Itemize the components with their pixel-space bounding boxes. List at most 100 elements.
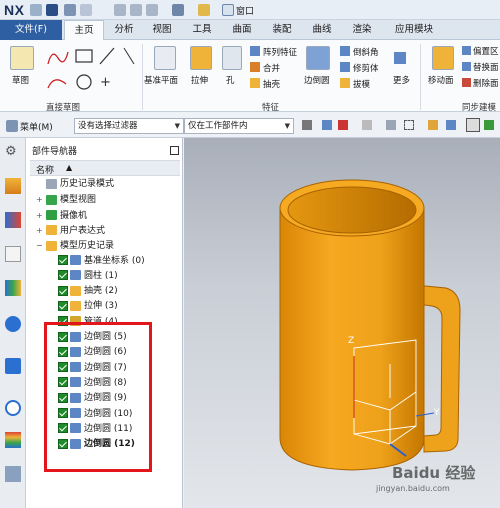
tree-item[interactable]: 抽壳 (2) — [58, 284, 118, 299]
visual-palette-icon[interactable] — [5, 432, 21, 448]
assembly-navigator-icon[interactable] — [5, 178, 21, 194]
history-icon[interactable] — [5, 358, 21, 374]
snap-midpoint-icon[interactable] — [484, 120, 494, 130]
web-browser-icon[interactable] — [5, 316, 21, 332]
box-select-icon[interactable] — [404, 120, 414, 130]
menu-button[interactable]: 菜单(M) — [20, 120, 53, 133]
view-orient-icon[interactable] — [446, 120, 456, 130]
snap-endpoint-icon[interactable] — [466, 118, 480, 132]
snap-icon[interactable] — [322, 120, 332, 130]
hole-icon[interactable] — [222, 46, 242, 70]
repeat-command-icon[interactable] — [172, 4, 184, 16]
sketch-icon[interactable] — [10, 46, 34, 70]
save-icon[interactable] — [46, 4, 58, 16]
file-menu-button[interactable]: 文件(F) — [0, 20, 62, 40]
delete-face-label[interactable]: 删除面 — [473, 77, 499, 89]
edge-blend-icon[interactable] — [306, 46, 330, 70]
more-curve-icon — [123, 47, 135, 65]
tree-item[interactable]: 圆柱 (1) — [58, 269, 118, 284]
offset-region-icon[interactable] — [462, 46, 471, 55]
replace-face-icon[interactable] — [462, 62, 471, 71]
tree-item[interactable]: 基准坐标系 (0) — [58, 254, 145, 269]
tab-surface[interactable]: 曲面 — [226, 20, 258, 40]
pattern-feature-label[interactable]: 阵列特征 — [263, 46, 297, 58]
column-name-label[interactable]: 名称 — [36, 163, 54, 176]
redo-icon[interactable] — [80, 4, 92, 16]
tree-item[interactable]: + 模型视图 — [36, 192, 96, 207]
datum-plane-label[interactable]: 基准平面 — [144, 74, 178, 86]
copy-icon[interactable] — [130, 4, 142, 16]
cut-icon[interactable] — [114, 4, 126, 16]
delete-face-icon[interactable] — [462, 78, 471, 87]
shaded-icon[interactable] — [428, 120, 438, 130]
reuse-library-icon[interactable] — [5, 280, 21, 296]
more-label[interactable]: 更多 — [393, 74, 410, 86]
clock-icon[interactable] — [5, 400, 21, 416]
tree-item[interactable]: 拉伸 (3) — [58, 299, 118, 314]
unite-label[interactable]: 合并 — [263, 62, 280, 74]
draft-icon[interactable] — [340, 78, 350, 88]
sketch-curve-tools[interactable]: + — [44, 44, 140, 100]
tree-item[interactable]: 历史记录模式 — [36, 177, 114, 192]
visibility-checkbox[interactable] — [58, 255, 68, 265]
edge-blend-label[interactable]: 边倒圆 — [304, 74, 330, 86]
more-icon[interactable] — [394, 52, 406, 64]
visibility-checkbox[interactable] — [58, 270, 68, 281]
tab-curve[interactable]: 曲线 — [306, 20, 338, 40]
tab-tools[interactable]: 工具 — [186, 20, 218, 40]
tab-assembly[interactable]: 装配 — [266, 20, 298, 40]
expand-icon[interactable]: + — [36, 192, 44, 207]
selection-tool-icon[interactable] — [302, 120, 312, 130]
gear-icon[interactable]: ⚙ — [5, 144, 21, 160]
selection-filter-select[interactable]: 没有选择过滤器 ▼ — [74, 118, 184, 134]
new-icon[interactable] — [30, 4, 42, 16]
move-face-icon[interactable] — [432, 46, 454, 70]
collapse-icon[interactable]: − — [36, 238, 44, 253]
move-face-label[interactable]: 移动面 — [428, 74, 454, 86]
shell-label[interactable]: 抽壳 — [263, 78, 280, 90]
undo-icon[interactable] — [64, 4, 76, 16]
shell-icon[interactable] — [250, 78, 260, 88]
selection-scope-select[interactable]: 仅在工作部件内 ▼ — [184, 118, 294, 134]
curve-rule-icon[interactable] — [362, 120, 372, 130]
touch-mode-icon[interactable] — [198, 4, 210, 16]
extrude-icon[interactable] — [190, 46, 212, 70]
constraint-navigator-icon[interactable] — [5, 212, 21, 228]
mug-opening — [287, 186, 417, 234]
menu-icon[interactable] — [6, 120, 18, 132]
tree-item[interactable]: + 摄像机 — [36, 208, 87, 223]
trim-body-label[interactable]: 修剪体 — [353, 62, 379, 74]
hole-label[interactable]: 孔 — [226, 74, 235, 86]
role-icon[interactable] — [5, 466, 21, 482]
replace-face-label[interactable]: 替换面 — [473, 61, 499, 73]
tree-item[interactable]: − 模型历史记录 — [36, 238, 114, 253]
tab-render[interactable]: 渲染 — [346, 20, 378, 40]
expand-icon[interactable]: + — [36, 208, 44, 223]
draft-label[interactable]: 拔模 — [353, 78, 370, 90]
snap-point-icon[interactable] — [338, 120, 348, 130]
extrude-label[interactable]: 拉伸 — [191, 74, 208, 86]
maximize-icon[interactable] — [170, 146, 179, 155]
visibility-checkbox[interactable] — [58, 300, 68, 311]
tab-view[interactable]: 视图 — [146, 20, 178, 40]
chamfer-label[interactable]: 倒斜角 — [353, 46, 379, 58]
visibility-checkbox[interactable] — [58, 285, 68, 296]
window-icon[interactable] — [222, 4, 234, 16]
trim-body-icon[interactable] — [340, 62, 350, 72]
tab-application[interactable]: 应用模块 — [386, 20, 442, 40]
sort-up-icon[interactable]: ▲ — [66, 163, 72, 172]
tree-item[interactable]: + 用户表达式 — [36, 223, 105, 238]
offset-region-label[interactable]: 偏置区 — [473, 45, 499, 57]
part-navigator-icon[interactable] — [5, 246, 21, 262]
datum-plane-icon[interactable] — [154, 46, 176, 70]
paste-icon[interactable] — [146, 4, 158, 16]
pattern-feature-icon[interactable] — [250, 46, 260, 56]
expand-icon[interactable]: + — [36, 223, 44, 238]
tab-home[interactable]: 主页 — [64, 20, 104, 40]
edge-select-icon[interactable] — [386, 120, 396, 130]
tab-analysis[interactable]: 分析 — [108, 20, 140, 40]
window-menu[interactable]: 窗口 — [236, 4, 254, 17]
unite-icon[interactable] — [250, 62, 260, 72]
feature-icon — [70, 255, 81, 265]
chamfer-icon[interactable] — [340, 46, 350, 56]
